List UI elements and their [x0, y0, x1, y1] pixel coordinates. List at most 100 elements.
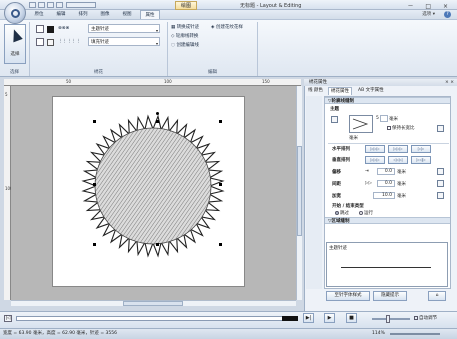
convert-to-stitch-button[interactable]: ▦ 转换成针迹: [171, 24, 199, 30]
zoom-slider[interactable]: [390, 333, 440, 335]
undo-icon[interactable]: [47, 2, 54, 8]
line-color-swatch[interactable]: [47, 26, 55, 33]
offset-unit: 毫米: [397, 170, 406, 175]
vertical-pattern-3[interactable]: ▷◁▷: [411, 156, 431, 164]
motif-size-stepper[interactable]: [380, 115, 388, 122]
section-region-sewing[interactable]: ▽区域缝制: [325, 217, 450, 224]
fill-stitch-value: 填充针迹: [91, 40, 109, 45]
fill-type-icon[interactable]: [36, 38, 44, 46]
new-file-icon[interactable]: [29, 2, 36, 8]
tab-arrange[interactable]: 排列: [74, 10, 92, 19]
horizontal-pattern-2[interactable]: ▷▷▷: [388, 145, 408, 153]
density-apply-icon[interactable]: [437, 192, 444, 199]
spacing-input[interactable]: 0.0: [377, 180, 395, 187]
ruler-tick: 50: [66, 79, 72, 84]
motif-size-unit: 毫米: [389, 117, 398, 122]
tab-thread-color[interactable]: 线 颜色: [306, 87, 325, 95]
offset-apply-icon[interactable]: [437, 168, 444, 175]
selection-handle[interactable]: [156, 243, 159, 246]
radio-skip-label: 跳过: [340, 211, 349, 216]
density-input[interactable]: 10.0: [373, 192, 395, 199]
vertical-scrollbar[interactable]: [296, 86, 302, 300]
quick-access-toolbar[interactable]: [66, 2, 96, 8]
line-type-icon[interactable]: [36, 25, 44, 33]
stop-button[interactable]: ■: [346, 313, 357, 323]
fill-color-swatch[interactable]: [47, 39, 55, 46]
horizontal-pattern-1[interactable]: ▷▷▷: [365, 145, 385, 153]
vertical-ruler: 5 100: [4, 86, 13, 300]
save-font-style-button[interactable]: 至针字体样式: [326, 291, 370, 301]
speed-slider-thumb[interactable]: [386, 315, 390, 323]
help-icon[interactable]: ?: [444, 11, 451, 18]
rewind-icon[interactable]: |◁: [4, 315, 12, 322]
vertical-pattern-2[interactable]: ◁◁◁: [388, 156, 408, 164]
outline-convert-button[interactable]: ◇ 轮廓线转换: [171, 33, 198, 39]
options-menu[interactable]: 选项 ▾: [422, 11, 435, 17]
selection-handle[interactable]: [219, 120, 222, 123]
selection-handle[interactable]: [219, 243, 222, 246]
application-button[interactable]: [4, 2, 26, 24]
vertical-scroll-thumb[interactable]: [297, 146, 302, 236]
tab-view[interactable]: 视图: [118, 10, 136, 19]
section-outline-sewing[interactable]: ▽轮廓线缝制: [325, 97, 450, 104]
stitch-slider[interactable]: [16, 316, 298, 321]
motif-select-icon[interactable]: [331, 116, 338, 123]
selection-handle[interactable]: [219, 183, 222, 186]
select-button-label: 选择: [10, 52, 20, 57]
divider: [328, 143, 449, 144]
auto-adjust-checkbox[interactable]: 自动调节: [414, 315, 437, 321]
horizontal-scroll-thumb[interactable]: [123, 301, 183, 306]
panel-header: 绣花属性 × ×: [304, 79, 457, 86]
create-edit-line-button[interactable]: ◌ 创建编辑线: [171, 42, 199, 48]
spacing-apply-icon[interactable]: [437, 180, 444, 187]
embroidery-design[interactable]: [76, 109, 230, 263]
select-button[interactable]: 选择: [4, 24, 26, 64]
tab-edit[interactable]: 编辑: [52, 10, 70, 19]
selection-handle[interactable]: [93, 183, 96, 186]
tab-home[interactable]: 原位: [30, 10, 48, 19]
tab-properties[interactable]: 属性: [140, 10, 160, 19]
redo-icon[interactable]: [56, 2, 63, 8]
fill-region: [94, 127, 212, 245]
group-stitch-label: 绣花: [94, 70, 103, 75]
horizontal-pattern-3[interactable]: ▷▷: [411, 145, 431, 153]
motif-size-value: 5: [376, 116, 379, 121]
panel-close-icon[interactable]: × ×: [445, 79, 454, 86]
panel-title: 绣花属性: [309, 80, 327, 85]
radio-run[interactable]: 运行: [359, 210, 373, 216]
motif-settings-icon[interactable]: [437, 125, 444, 132]
rotate-handle[interactable]: [156, 112, 159, 115]
context-tab[interactable]: 绘图: [175, 1, 197, 10]
selection-handle[interactable]: [156, 120, 159, 123]
selection-handle[interactable]: [93, 120, 96, 123]
save-icon[interactable]: [38, 2, 45, 8]
group-select-label: 选择: [10, 70, 19, 75]
panel-tabs: 线 颜色 绣花属性 AB 文字属性: [306, 87, 454, 95]
vertical-pattern-1[interactable]: ▷▷▷: [365, 156, 385, 164]
motif-preview-icon[interactable]: [349, 115, 373, 133]
spacing-icon: ▷▷: [365, 181, 372, 186]
ruler-tick: 100: [164, 79, 172, 84]
horizontal-scrollbar[interactable]: [11, 300, 296, 306]
radio-skip[interactable]: 跳过: [335, 210, 349, 216]
play-to-end-button[interactable]: ▶|: [303, 313, 314, 323]
tab-sew-properties[interactable]: 绣花属性: [328, 87, 352, 95]
convert-to-stitch-label: 转换成针迹: [176, 25, 200, 30]
create-edit-line-label: 创建编辑线: [176, 43, 199, 48]
fill-stitch-dropdown[interactable]: 填充针迹 ▾: [88, 37, 160, 46]
panel-gutter: [306, 96, 322, 289]
create-pattern-button[interactable]: ◈ 创建花纹花样: [211, 24, 243, 30]
selection-handle[interactable]: [93, 243, 96, 246]
speed-slider[interactable]: [372, 318, 410, 320]
play-button[interactable]: ▶: [324, 313, 335, 323]
offset-input[interactable]: 0.0: [377, 168, 395, 175]
tab-text-properties[interactable]: AB 文字属性: [356, 87, 386, 95]
height-unit-label: 毫米: [349, 136, 358, 141]
keep-ratio-checkbox[interactable]: 保持长宽比: [387, 125, 415, 131]
line-stitch-dropdown[interactable]: 主题针迹 ▾: [88, 24, 160, 33]
tab-image[interactable]: 图像: [96, 10, 114, 19]
app-logo-icon: [10, 8, 20, 18]
hide-tips-button[interactable]: 隐藏提示: [373, 291, 407, 301]
window-controls[interactable]: － □ ×: [407, 1, 453, 10]
home-icon[interactable]: ⌂: [428, 291, 446, 301]
